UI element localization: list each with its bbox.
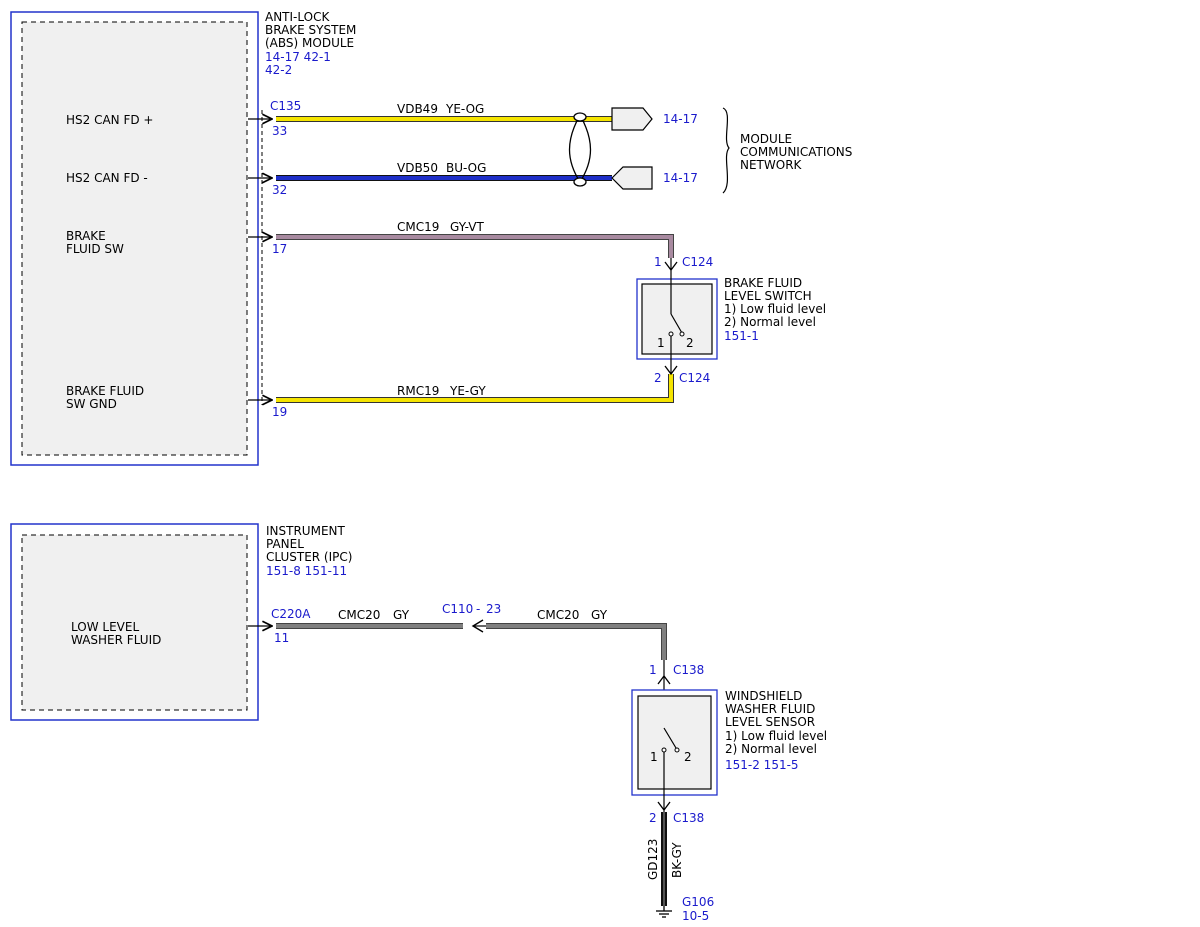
network-brace bbox=[722, 107, 730, 194]
ipc-connector: C220A bbox=[271, 607, 311, 621]
abs-pin-19: 19 bbox=[272, 405, 287, 419]
abs-pin-label-brake-fluid-sw-2: FLUID SW bbox=[66, 242, 124, 256]
washer-sensor-name-4: 1) Low fluid level bbox=[725, 729, 827, 743]
inline-connector-sep: - bbox=[476, 602, 480, 616]
network-label-1: MODULE bbox=[740, 132, 792, 146]
ground-name: G106 bbox=[682, 895, 714, 909]
abs-pin-32: 32 bbox=[272, 183, 287, 197]
washer-sensor-name-5: 2) Normal level bbox=[725, 742, 817, 756]
abs-pin-label-brake-fluid-sw-1: BRAKE bbox=[66, 229, 106, 243]
abs-connector-c135: C135 bbox=[270, 99, 301, 113]
brake-switch-top-pin: 1 bbox=[654, 255, 662, 269]
abs-module-name-2: BRAKE SYSTEM bbox=[265, 23, 356, 37]
wire-rmc19-color: YE-GY bbox=[449, 384, 486, 398]
brake-switch-name-2: LEVEL SWITCH bbox=[724, 289, 812, 303]
washer-sensor-bottom-connector: C138 bbox=[673, 811, 704, 825]
washer-sensor-top-connector: C138 bbox=[673, 663, 704, 677]
abs-module-name-3: (ABS) MODULE bbox=[265, 36, 354, 50]
washer-sensor-bottom-pin: 2 bbox=[649, 811, 657, 825]
brake-switch-name-1: BRAKE FLUID bbox=[724, 276, 802, 290]
washer-fluid-level-sensor bbox=[631, 660, 718, 812]
wire-cmc20-b-color: GY bbox=[591, 608, 608, 622]
ipc-name-1: INSTRUMENT bbox=[266, 524, 345, 538]
ipc-refs: 151-8 151-11 bbox=[266, 564, 347, 578]
brake-switch-top-connector: C124 bbox=[682, 255, 713, 269]
abs-module-name-1: ANTI-LOCK bbox=[265, 10, 330, 24]
network-tag-2 bbox=[611, 166, 653, 190]
brake-switch-bottom-connector: C124 bbox=[679, 371, 710, 385]
wire-cmc19 bbox=[276, 234, 674, 258]
washer-sensor-top-pin: 1 bbox=[649, 663, 657, 677]
wire-cmc20-a-color: GY bbox=[393, 608, 410, 622]
inline-connector-pin: 23 bbox=[486, 602, 501, 616]
abs-pin-33: 33 bbox=[272, 124, 287, 138]
ground-ref: 10-5 bbox=[682, 909, 709, 923]
washer-sensor-contact-2: 2 bbox=[684, 750, 692, 764]
brake-switch-ref: 151-1 bbox=[724, 329, 759, 343]
abs-pin-label-sw-gnd-1: BRAKE FLUID bbox=[66, 384, 144, 398]
abs-module-ref-2: 42-2 bbox=[265, 63, 292, 77]
wire-cmc20-a-circuit: CMC20 bbox=[338, 608, 380, 622]
network-tag-1 bbox=[611, 107, 653, 131]
network-label-2: COMMUNICATIONS bbox=[740, 145, 852, 159]
wire-cmc20-b-circuit: CMC20 bbox=[537, 608, 579, 622]
inline-connector-c110 bbox=[471, 619, 486, 633]
ipc-name-3: CLUSTER (IPC) bbox=[266, 550, 352, 564]
wire-cmc19-circuit: CMC19 bbox=[397, 220, 439, 234]
washer-sensor-name-2: WASHER FLUID bbox=[725, 702, 815, 716]
wire-rmc19-circuit: RMC19 bbox=[397, 384, 439, 398]
brake-switch-contact-2: 2 bbox=[686, 336, 694, 350]
wire-vdb49-circuit: VDB49 bbox=[397, 102, 438, 116]
washer-sensor-name-3: LEVEL SENSOR bbox=[725, 715, 815, 729]
network-label-3: NETWORK bbox=[740, 158, 803, 172]
wire-gd123-color: BK-GY bbox=[670, 842, 684, 878]
wiring-diagram: ANTI-LOCK BRAKE SYSTEM (ABS) MODULE 14-1… bbox=[10, 10, 852, 923]
wire-vdb50-color: BU-OG bbox=[446, 161, 486, 175]
ipc-pin-label-1: LOW LEVEL bbox=[71, 620, 139, 634]
abs-pin-label-can-plus: HS2 CAN FD + bbox=[66, 113, 153, 127]
washer-sensor-contact-1: 1 bbox=[650, 750, 658, 764]
brake-fluid-level-switch bbox=[636, 258, 718, 376]
wire-cmc20-b bbox=[486, 623, 667, 660]
brake-switch-name-3: 1) Low fluid level bbox=[724, 302, 826, 316]
ipc-pin-label-2: WASHER FLUID bbox=[71, 633, 161, 647]
abs-pin-label-can-minus: HS2 CAN FD - bbox=[66, 171, 148, 185]
ipc-pin: 11 bbox=[274, 631, 289, 645]
ground-icon bbox=[656, 906, 672, 918]
abs-pin-17: 17 bbox=[272, 242, 287, 256]
ipc-name-2: PANEL bbox=[266, 537, 304, 551]
brake-switch-bottom-pin: 2 bbox=[654, 371, 662, 385]
wire-gd123-circuit: GD123 bbox=[646, 839, 660, 880]
abs-pin-label-sw-gnd-2: SW GND bbox=[66, 397, 117, 411]
washer-sensor-name-1: WINDSHIELD bbox=[725, 689, 802, 703]
network-ref-2: 14-17 bbox=[663, 171, 698, 185]
abs-module-ref-1: 14-17 42-1 bbox=[265, 50, 331, 64]
brake-switch-name-4: 2) Normal level bbox=[724, 315, 816, 329]
washer-sensor-refs: 151-2 151-5 bbox=[725, 758, 799, 772]
wire-vdb50-circuit: VDB50 bbox=[397, 161, 438, 175]
wire-vdb49-color: YE-OG bbox=[445, 102, 484, 116]
brake-switch-contact-1: 1 bbox=[657, 336, 665, 350]
wire-cmc19-color: GY-VT bbox=[450, 220, 484, 234]
inline-connector-name: C110 bbox=[442, 602, 473, 616]
network-ref-1: 14-17 bbox=[663, 112, 698, 126]
